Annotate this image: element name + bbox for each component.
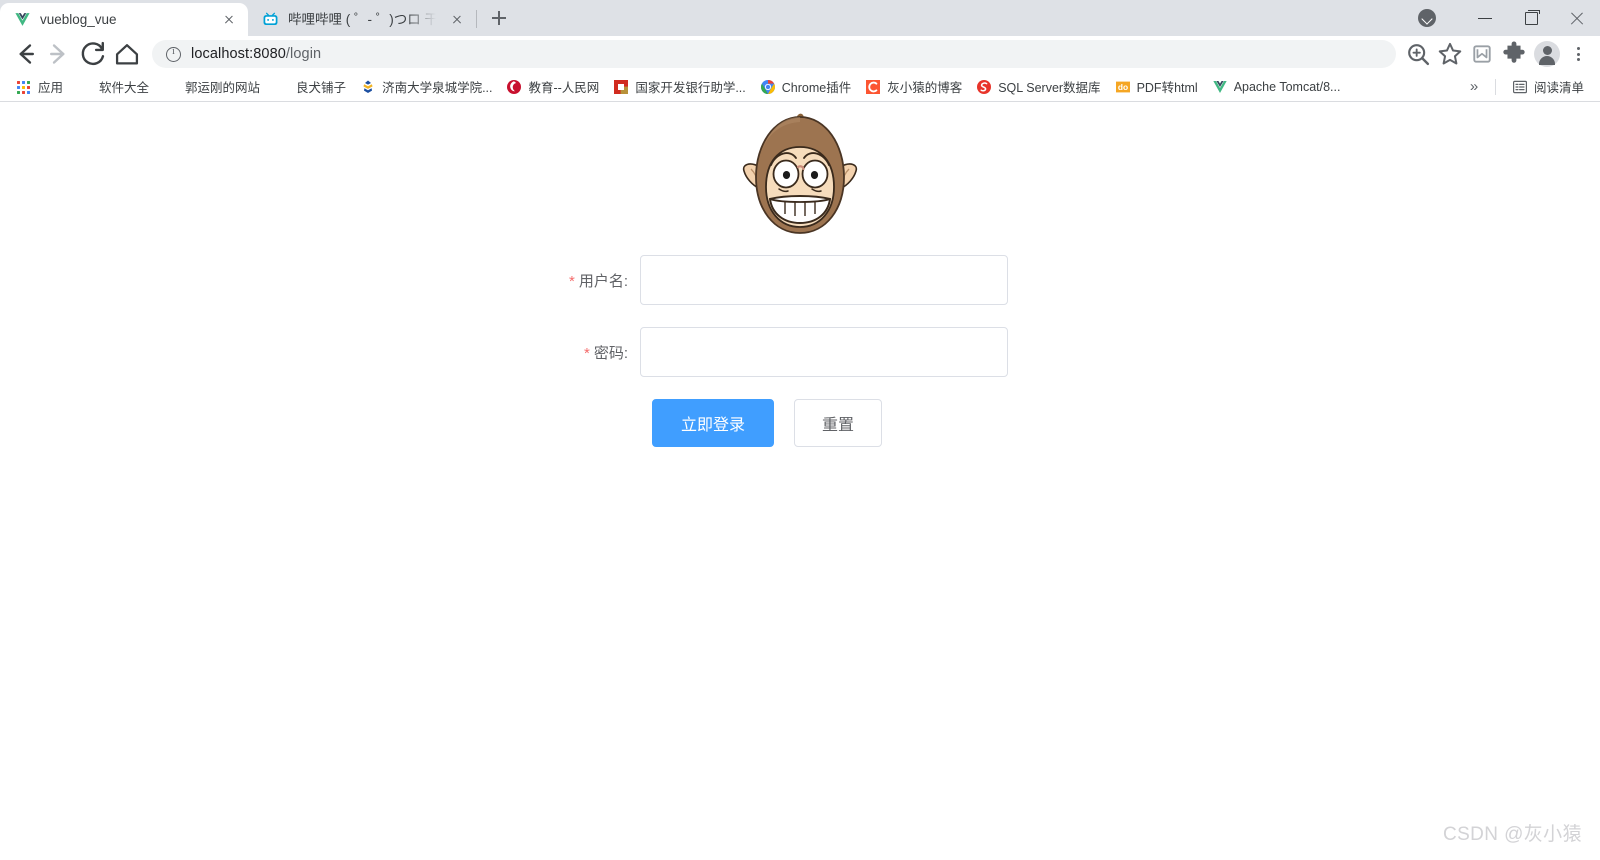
profile-avatar-icon[interactable] xyxy=(1534,41,1560,67)
svg-text:do: do xyxy=(1117,82,1127,92)
bookmark-label: PDF转html xyxy=(1136,81,1198,95)
sqlserver-icon xyxy=(976,79,992,95)
bookmark-label: 教育--人民网 xyxy=(528,81,600,95)
apps-grid-icon xyxy=(16,79,32,95)
login-button[interactable]: 立即登录 xyxy=(652,399,774,447)
username-input[interactable] xyxy=(640,255,1008,305)
bookmarks-overflow-chevron-icon[interactable]: » xyxy=(1463,76,1485,98)
bookmark-liangquanpuzi[interactable]: 良犬铺子 xyxy=(268,74,354,99)
back-arrow-icon[interactable] xyxy=(8,37,42,71)
bookmark-label: SQL Server数据库 xyxy=(998,81,1101,95)
forward-arrow-icon[interactable] xyxy=(42,37,76,71)
close-icon[interactable] xyxy=(448,11,466,29)
login-page: * 用户名: * 密码: 立即登录 重置 CSDN @灰小猿 xyxy=(0,102,1600,860)
do-pdf-icon: do xyxy=(1115,79,1131,95)
star-icon[interactable] xyxy=(1434,38,1466,70)
close-window-icon[interactable] xyxy=(1554,0,1600,36)
cdb-bank-icon xyxy=(613,79,629,95)
bookmark-label: 灰小猿的博客 xyxy=(887,81,963,95)
monkey-mascot-logo xyxy=(742,113,858,234)
bookmark-jinan-university[interactable]: 济南大学泉城学院... xyxy=(354,74,500,99)
tab-strip: vueblog_vue 哔哩哔哩 ( ゜- ゜)つロ 干杯~-bili xyxy=(0,0,1600,36)
login-form: * 用户名: * 密码: 立即登录 重置 xyxy=(0,255,1600,447)
vue-logo-icon xyxy=(14,11,31,28)
reset-button[interactable]: 重置 xyxy=(794,399,882,447)
bookmark-label: 软件大全 xyxy=(99,81,150,95)
bookmark-label: 应用 xyxy=(38,81,64,95)
address-bar[interactable]: localhost:8080/login xyxy=(152,40,1396,68)
new-tab-button[interactable] xyxy=(485,4,513,32)
tab-title: vueblog_vue xyxy=(40,11,117,27)
bookmark-sqlserver[interactable]: SQL Server数据库 xyxy=(970,74,1108,99)
window-controls xyxy=(1418,0,1600,36)
tab-vueblog-vue[interactable]: vueblog_vue xyxy=(0,3,248,36)
browser-window: vueblog_vue 哔哩哔哩 ( ゜- ゜)つロ 干杯~-bili xyxy=(0,0,1600,860)
bilibili-tv-icon xyxy=(262,11,279,28)
info-circle-icon[interactable] xyxy=(166,46,181,62)
required-asterisk: * xyxy=(583,344,590,362)
reading-list-icon xyxy=(1512,79,1528,95)
minimize-icon[interactable] xyxy=(1462,0,1508,36)
logo-container xyxy=(0,102,1600,241)
bookmark-label: Chrome插件 xyxy=(781,81,852,95)
password-label-text: 密码: xyxy=(593,344,628,362)
maximize-icon[interactable] xyxy=(1508,0,1554,36)
form-actions: 立即登录 重置 xyxy=(0,399,1600,447)
bookmark-apps[interactable]: 应用 xyxy=(10,74,71,99)
bookmarks-bar-right: » 阅读清单 xyxy=(1463,74,1594,99)
bookmark-pdf-to-html[interactable]: do PDF转html xyxy=(1109,74,1206,99)
bookmark-label: 济南大学泉城学院... xyxy=(382,81,493,95)
password-input[interactable] xyxy=(640,327,1008,377)
reading-list-icon[interactable] xyxy=(1466,38,1498,70)
globe-icon xyxy=(77,79,93,95)
reading-list-button[interactable]: 阅读清单 xyxy=(1506,74,1590,99)
bookmark-label: 郭运刚的网站 xyxy=(185,81,261,95)
tab-search-icon[interactable] xyxy=(1418,9,1436,27)
bookmark-label: 良犬铺子 xyxy=(296,81,347,95)
form-row-username: * 用户名: xyxy=(0,255,1600,305)
form-row-password: * 密码: xyxy=(0,327,1600,377)
close-icon[interactable] xyxy=(220,11,238,29)
globe-icon xyxy=(163,79,179,95)
navigation-toolbar: localhost:8080/login xyxy=(0,36,1600,72)
chrome-icon xyxy=(760,79,776,95)
puzzle-piece-icon[interactable] xyxy=(1498,38,1530,70)
username-label-text: 用户名: xyxy=(578,272,628,290)
home-icon[interactable] xyxy=(110,37,144,71)
bookmark-csdn-blog[interactable]: 灰小猿的博客 xyxy=(859,74,970,99)
password-label: * 密码: xyxy=(0,342,640,363)
bookmark-people-daily-edu[interactable]: 教育--人民网 xyxy=(500,74,607,99)
tab-bilibili[interactable]: 哔哩哔哩 ( ゜- ゜)つロ 干杯~-bili xyxy=(248,3,476,36)
reading-list-label: 阅读清单 xyxy=(1533,81,1584,95)
csdn-c-icon xyxy=(865,79,881,95)
csdn-watermark: CSDN @灰小猿 xyxy=(1442,824,1582,845)
divider xyxy=(1494,78,1496,95)
zoom-in-icon[interactable] xyxy=(1402,38,1434,70)
tab-divider xyxy=(476,10,477,28)
bookmark-ruanjiandaquan[interactable]: 软件大全 xyxy=(71,74,157,99)
bookmark-label: Apache Tomcat/8... xyxy=(1233,79,1341,94)
people-daily-icon xyxy=(506,79,522,95)
url-text: localhost:8080/login xyxy=(191,46,321,62)
reload-icon[interactable] xyxy=(76,37,110,71)
university-icon xyxy=(360,79,376,95)
bookmark-cdb-student-loan[interactable]: 国家开发银行助学... xyxy=(607,74,753,99)
tomcat-v-icon xyxy=(1212,79,1228,95)
globe-icon xyxy=(274,79,290,95)
url-path: /login xyxy=(285,46,322,62)
tab-title: 哔哩哔哩 ( ゜- ゜)つロ 干杯~-bili xyxy=(288,11,439,27)
three-dots-menu-icon[interactable] xyxy=(1564,38,1592,70)
bookmarks-bar: 应用 软件大全 郭运刚的网站 良犬铺子 济南大学泉城学院... 教育--人民网 … xyxy=(0,72,1600,102)
bookmark-chrome-plugins[interactable]: Chrome插件 xyxy=(754,74,859,99)
url-host: localhost:8080 xyxy=(191,46,286,62)
bookmark-guoyungang[interactable]: 郭运刚的网站 xyxy=(157,74,268,99)
required-asterisk: * xyxy=(568,272,575,290)
bookmark-label: 国家开发银行助学... xyxy=(635,81,746,95)
bookmark-apache-tomcat[interactable]: Apache Tomcat/8... xyxy=(1206,76,1349,98)
username-label: * 用户名: xyxy=(0,270,640,291)
